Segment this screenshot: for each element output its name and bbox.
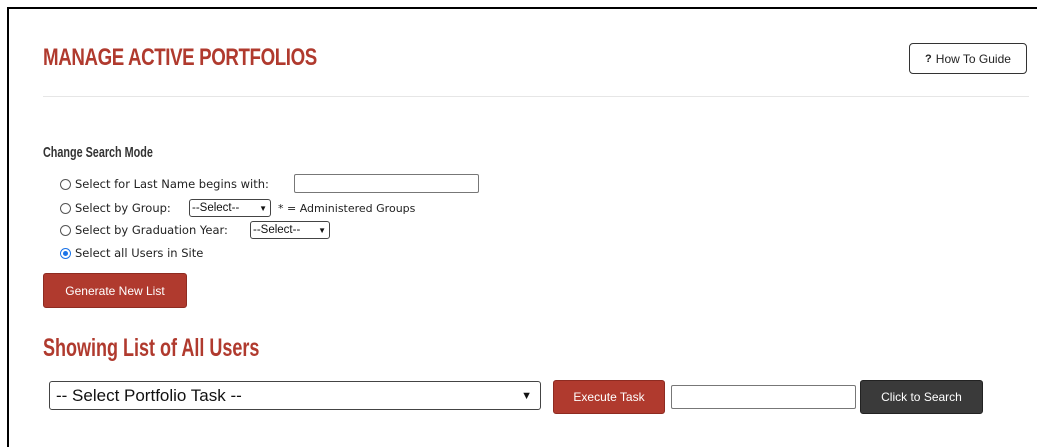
portfolio-task-select[interactable]: -- Select Portfolio Task -- ▼ (49, 381, 541, 410)
how-to-guide-button[interactable]: ? How To Guide (909, 43, 1027, 74)
option-group[interactable]: Select by Group: (60, 198, 171, 218)
chevron-down-icon: ▼ (521, 389, 532, 402)
administered-groups-note: * = Administered Groups (278, 202, 416, 215)
task-select-value: -- Select Portfolio Task -- (56, 385, 242, 405)
radio-last-name[interactable] (60, 178, 71, 190)
how-to-guide-label: How To Guide (935, 51, 1011, 66)
option-group-label: Select by Group: (75, 201, 171, 215)
option-all-users[interactable]: Select all Users in Site (60, 243, 203, 263)
year-select-value: --Select-- (253, 224, 301, 236)
click-to-search-button[interactable]: Click to Search (860, 380, 983, 414)
execute-task-button[interactable]: Execute Task (553, 380, 665, 414)
radio-graduation-year[interactable] (60, 224, 71, 236)
last-name-input[interactable] (294, 174, 479, 193)
option-last-name[interactable]: Select for Last Name begins with: (60, 174, 269, 194)
option-graduation-year[interactable]: Select by Graduation Year: (60, 220, 228, 240)
option-graduation-year-label: Select by Graduation Year: (75, 223, 228, 237)
graduation-year-select[interactable]: --Select-- ▼ (250, 221, 330, 239)
question-icon: ? (925, 52, 932, 65)
page-title: MANAGE ACTIVE PORTFOLIOS (43, 44, 317, 71)
chevron-down-icon: ▼ (318, 225, 326, 235)
search-input[interactable] (671, 385, 856, 409)
radio-all-users[interactable] (60, 247, 71, 259)
results-heading: Showing List of All Users (43, 334, 260, 362)
radio-group[interactable] (60, 202, 71, 214)
generate-new-list-button[interactable]: Generate New List (43, 273, 187, 308)
divider (43, 96, 1029, 97)
group-select[interactable]: --Select-- ▼ (189, 199, 271, 217)
option-last-name-label: Select for Last Name begins with: (75, 177, 269, 191)
group-select-value: --Select-- (192, 202, 240, 214)
chevron-down-icon: ▼ (259, 203, 267, 213)
search-mode-heading: Change Search Mode (43, 144, 153, 161)
option-all-users-label: Select all Users in Site (75, 246, 204, 260)
